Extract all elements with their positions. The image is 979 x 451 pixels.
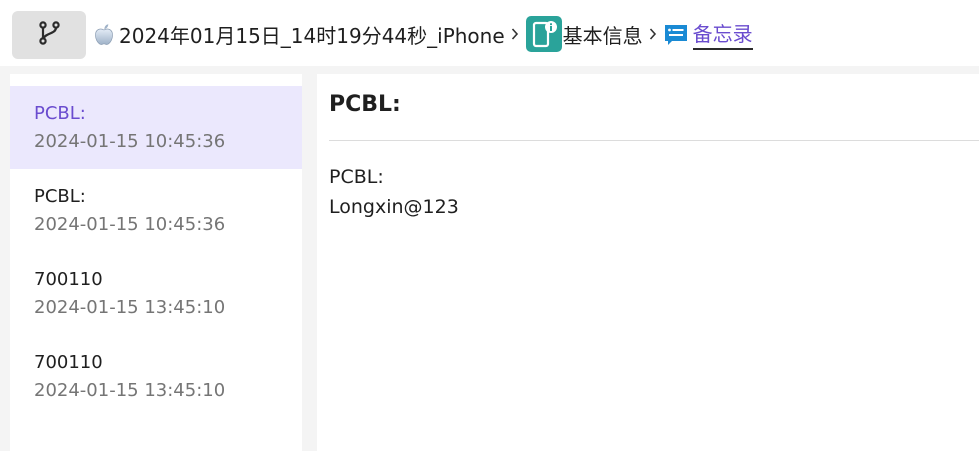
list-item[interactable]: 700110 2024-01-15 13:45:10 [10, 252, 302, 335]
note-timestamp: 2024-01-15 13:45:10 [34, 380, 226, 401]
note-body-line: Longxin@123 [329, 196, 459, 218]
note-timestamp: 2024-01-15 13:45:10 [34, 297, 226, 318]
note-detail-body: PCBL: Longxin@123 [329, 162, 459, 222]
note-detail: PCBL: PCBL: Longxin@123 [317, 74, 979, 451]
note-title: PCBL: [34, 103, 86, 124]
chevron-right-icon [511, 27, 519, 41]
breadcrumb-item-device[interactable]: 2024年01月15日_14时19分44秒_iPhone [94, 20, 505, 49]
list-item[interactable]: 700110 2024-01-15 13:45:10 [10, 335, 302, 418]
note-title: PCBL: [34, 186, 86, 207]
notes-icon [664, 22, 688, 46]
device-info-icon [525, 16, 562, 52]
apple-icon [94, 22, 114, 46]
note-body-line: PCBL: [329, 166, 384, 188]
notes-list: PCBL: 2024-01-15 10:45:36 PCBL: 2024-01-… [10, 74, 302, 451]
chevron-right-icon [649, 27, 657, 41]
note-title: 700110 [34, 352, 103, 373]
divider [329, 140, 979, 141]
branch-button[interactable] [12, 11, 86, 59]
note-timestamp: 2024-01-15 10:45:36 [34, 214, 226, 235]
breadcrumb-item-basic-info[interactable]: 基本信息 [525, 16, 643, 52]
breadcrumb-label-notes: 备忘录 [692, 18, 753, 50]
breadcrumb-label-device: 2024年01月15日_14时19分44秒_iPhone [119, 23, 505, 48]
note-timestamp: 2024-01-15 10:45:36 [34, 131, 226, 152]
list-item[interactable]: PCBL: 2024-01-15 10:45:36 [10, 169, 302, 252]
breadcrumb-item-notes[interactable]: 备忘录 [664, 18, 753, 50]
note-title: 700110 [34, 269, 103, 290]
note-detail-title: PCBL: [329, 92, 401, 117]
git-branch-icon [36, 20, 62, 50]
breadcrumb-bar: 2024年01月15日_14时19分44秒_iPhone 基本信息 备忘录 [0, 0, 979, 66]
breadcrumb-label-basic-info: 基本信息 [562, 23, 643, 48]
breadcrumb: 2024年01月15日_14时19分44秒_iPhone 基本信息 备忘录 [94, 16, 753, 52]
list-item[interactable]: PCBL: 2024-01-15 10:45:36 [10, 86, 302, 169]
